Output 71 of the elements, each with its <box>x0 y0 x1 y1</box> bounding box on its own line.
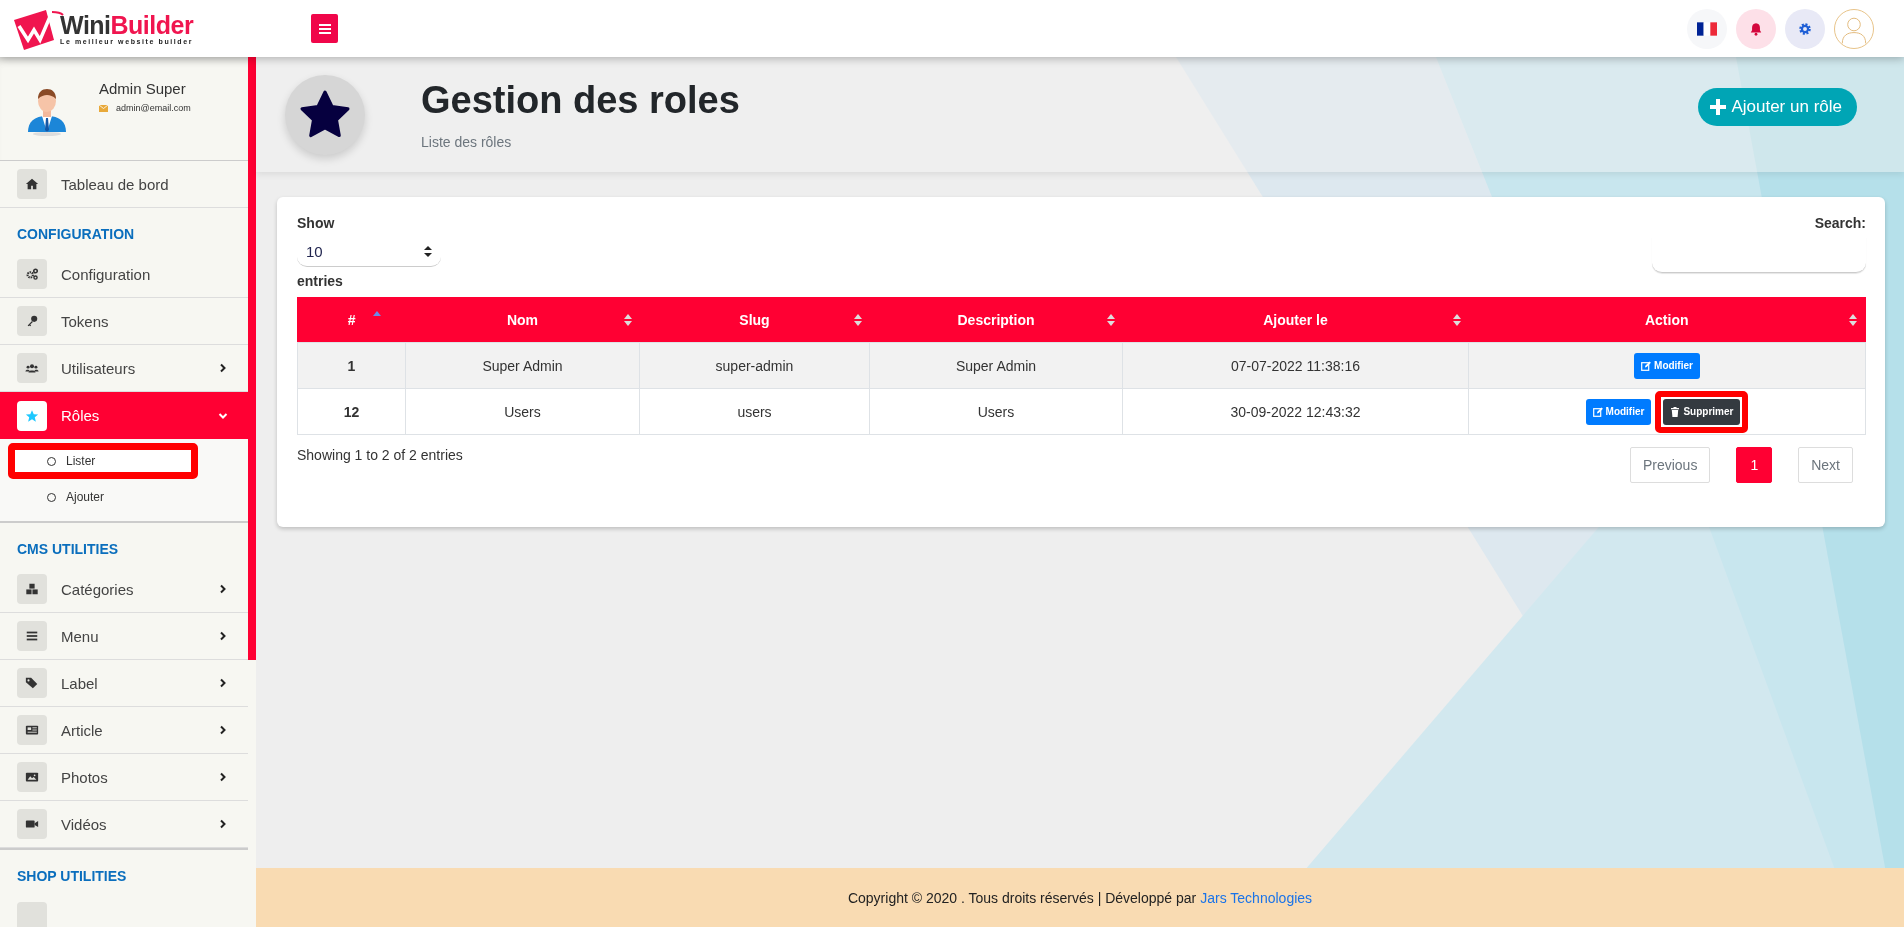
page-size-select[interactable]: 10 <box>297 237 441 267</box>
table-cell: Super Admin <box>869 342 1123 389</box>
sidebar-item[interactable]: Photos <box>0 754 248 801</box>
menu-button[interactable] <box>311 14 338 43</box>
table-cell: super-admin <box>639 342 870 389</box>
sidebar-item[interactable]: Rôles <box>0 392 248 439</box>
sidebar-item[interactable]: Tokens <box>0 298 248 345</box>
copyright-text: Copyright © 2020 . Tous droits réservés | Développé par <box>847 889 1197 906</box>
select-arrows-icon <box>424 246 432 257</box>
tags-icon <box>25 676 39 690</box>
entries-label: entries <box>297 273 344 289</box>
page-title: Gestion des roles <box>421 79 740 122</box>
user-email: admin@email.com <box>116 103 191 113</box>
column-header[interactable]: Action <box>1468 297 1866 343</box>
sidebar-item[interactable]: Article <box>0 707 248 754</box>
submenu-item[interactable]: Lister <box>8 443 198 479</box>
delete-button[interactable]: Supprimer <box>1663 398 1741 425</box>
column-header[interactable]: # <box>297 297 406 343</box>
home-icon <box>25 177 39 191</box>
table-cell: 30-09-2022 12:43:32 <box>1122 388 1469 435</box>
users-icon <box>25 361 39 375</box>
table-cell: Users <box>869 388 1123 435</box>
pagination-button[interactable]: Next <box>1798 447 1853 483</box>
language-button[interactable] <box>1687 8 1727 49</box>
pagination-button[interactable]: Previous <box>1629 447 1711 483</box>
scrollbar-thumb[interactable] <box>248 57 256 660</box>
edit-button[interactable]: Modifier <box>1634 352 1700 379</box>
section-heading: SHOP UTILITIES <box>0 848 248 893</box>
edit-icon <box>1641 360 1652 371</box>
table-cell: Super Admin <box>405 342 640 389</box>
menu-icon <box>25 629 39 643</box>
settings-icon <box>1798 21 1812 36</box>
sidebar-item[interactable]: Vidéos <box>0 801 248 848</box>
sidebar-item[interactable]: Label <box>0 660 248 707</box>
show-label: Show <box>297 215 336 231</box>
search-label: Search: <box>1814 215 1866 231</box>
bell-icon <box>1749 21 1763 36</box>
newspaper-icon <box>25 723 39 737</box>
section-heading: CONFIGURATION <box>16 225 136 244</box>
notifications-button[interactable] <box>1736 8 1776 49</box>
menu-icon <box>318 22 331 35</box>
star-icon <box>25 408 39 423</box>
page-subtitle: Liste des rôles <box>421 134 513 150</box>
entries-info: Showing 1 to 2 of 2 entries <box>297 447 463 463</box>
edit-button[interactable]: Modifier <box>1585 398 1652 425</box>
table-cell: Users <box>405 388 640 435</box>
user-name: Admin Super <box>99 80 187 97</box>
column-header[interactable]: Ajouter le <box>1122 297 1469 343</box>
edit-icon <box>1592 406 1603 417</box>
envelope-icon <box>99 104 108 112</box>
sidebar-item[interactable]: Catégories <box>0 566 248 613</box>
image-icon <box>25 770 39 784</box>
table-cell: 12 <box>297 388 406 435</box>
table-cell: users <box>639 388 870 435</box>
trash-icon <box>1670 406 1681 417</box>
pagination-button[interactable]: 1 <box>1736 447 1773 483</box>
submenu-item[interactable]: Ajouter <box>8 479 198 515</box>
column-header[interactable]: Description <box>869 297 1123 343</box>
gears-icon <box>25 267 39 281</box>
plus-icon <box>1710 99 1727 115</box>
sidebar-item[interactable]: Tableau de bord <box>0 161 248 208</box>
sidebar-item[interactable]: Menu <box>0 613 248 660</box>
cubes-icon <box>25 582 39 596</box>
key-icon <box>25 314 39 328</box>
table-cell: 07-07-2022 11:38:16 <box>1122 342 1469 389</box>
brand-name: WiniBuilder <box>60 12 194 38</box>
settings-button[interactable] <box>1785 8 1825 49</box>
column-header[interactable]: Slug <box>639 297 870 343</box>
column-header[interactable]: Nom <box>405 297 640 343</box>
table-cell: 1 <box>297 342 406 389</box>
sidebar-item[interactable]: Configuration <box>0 251 248 298</box>
